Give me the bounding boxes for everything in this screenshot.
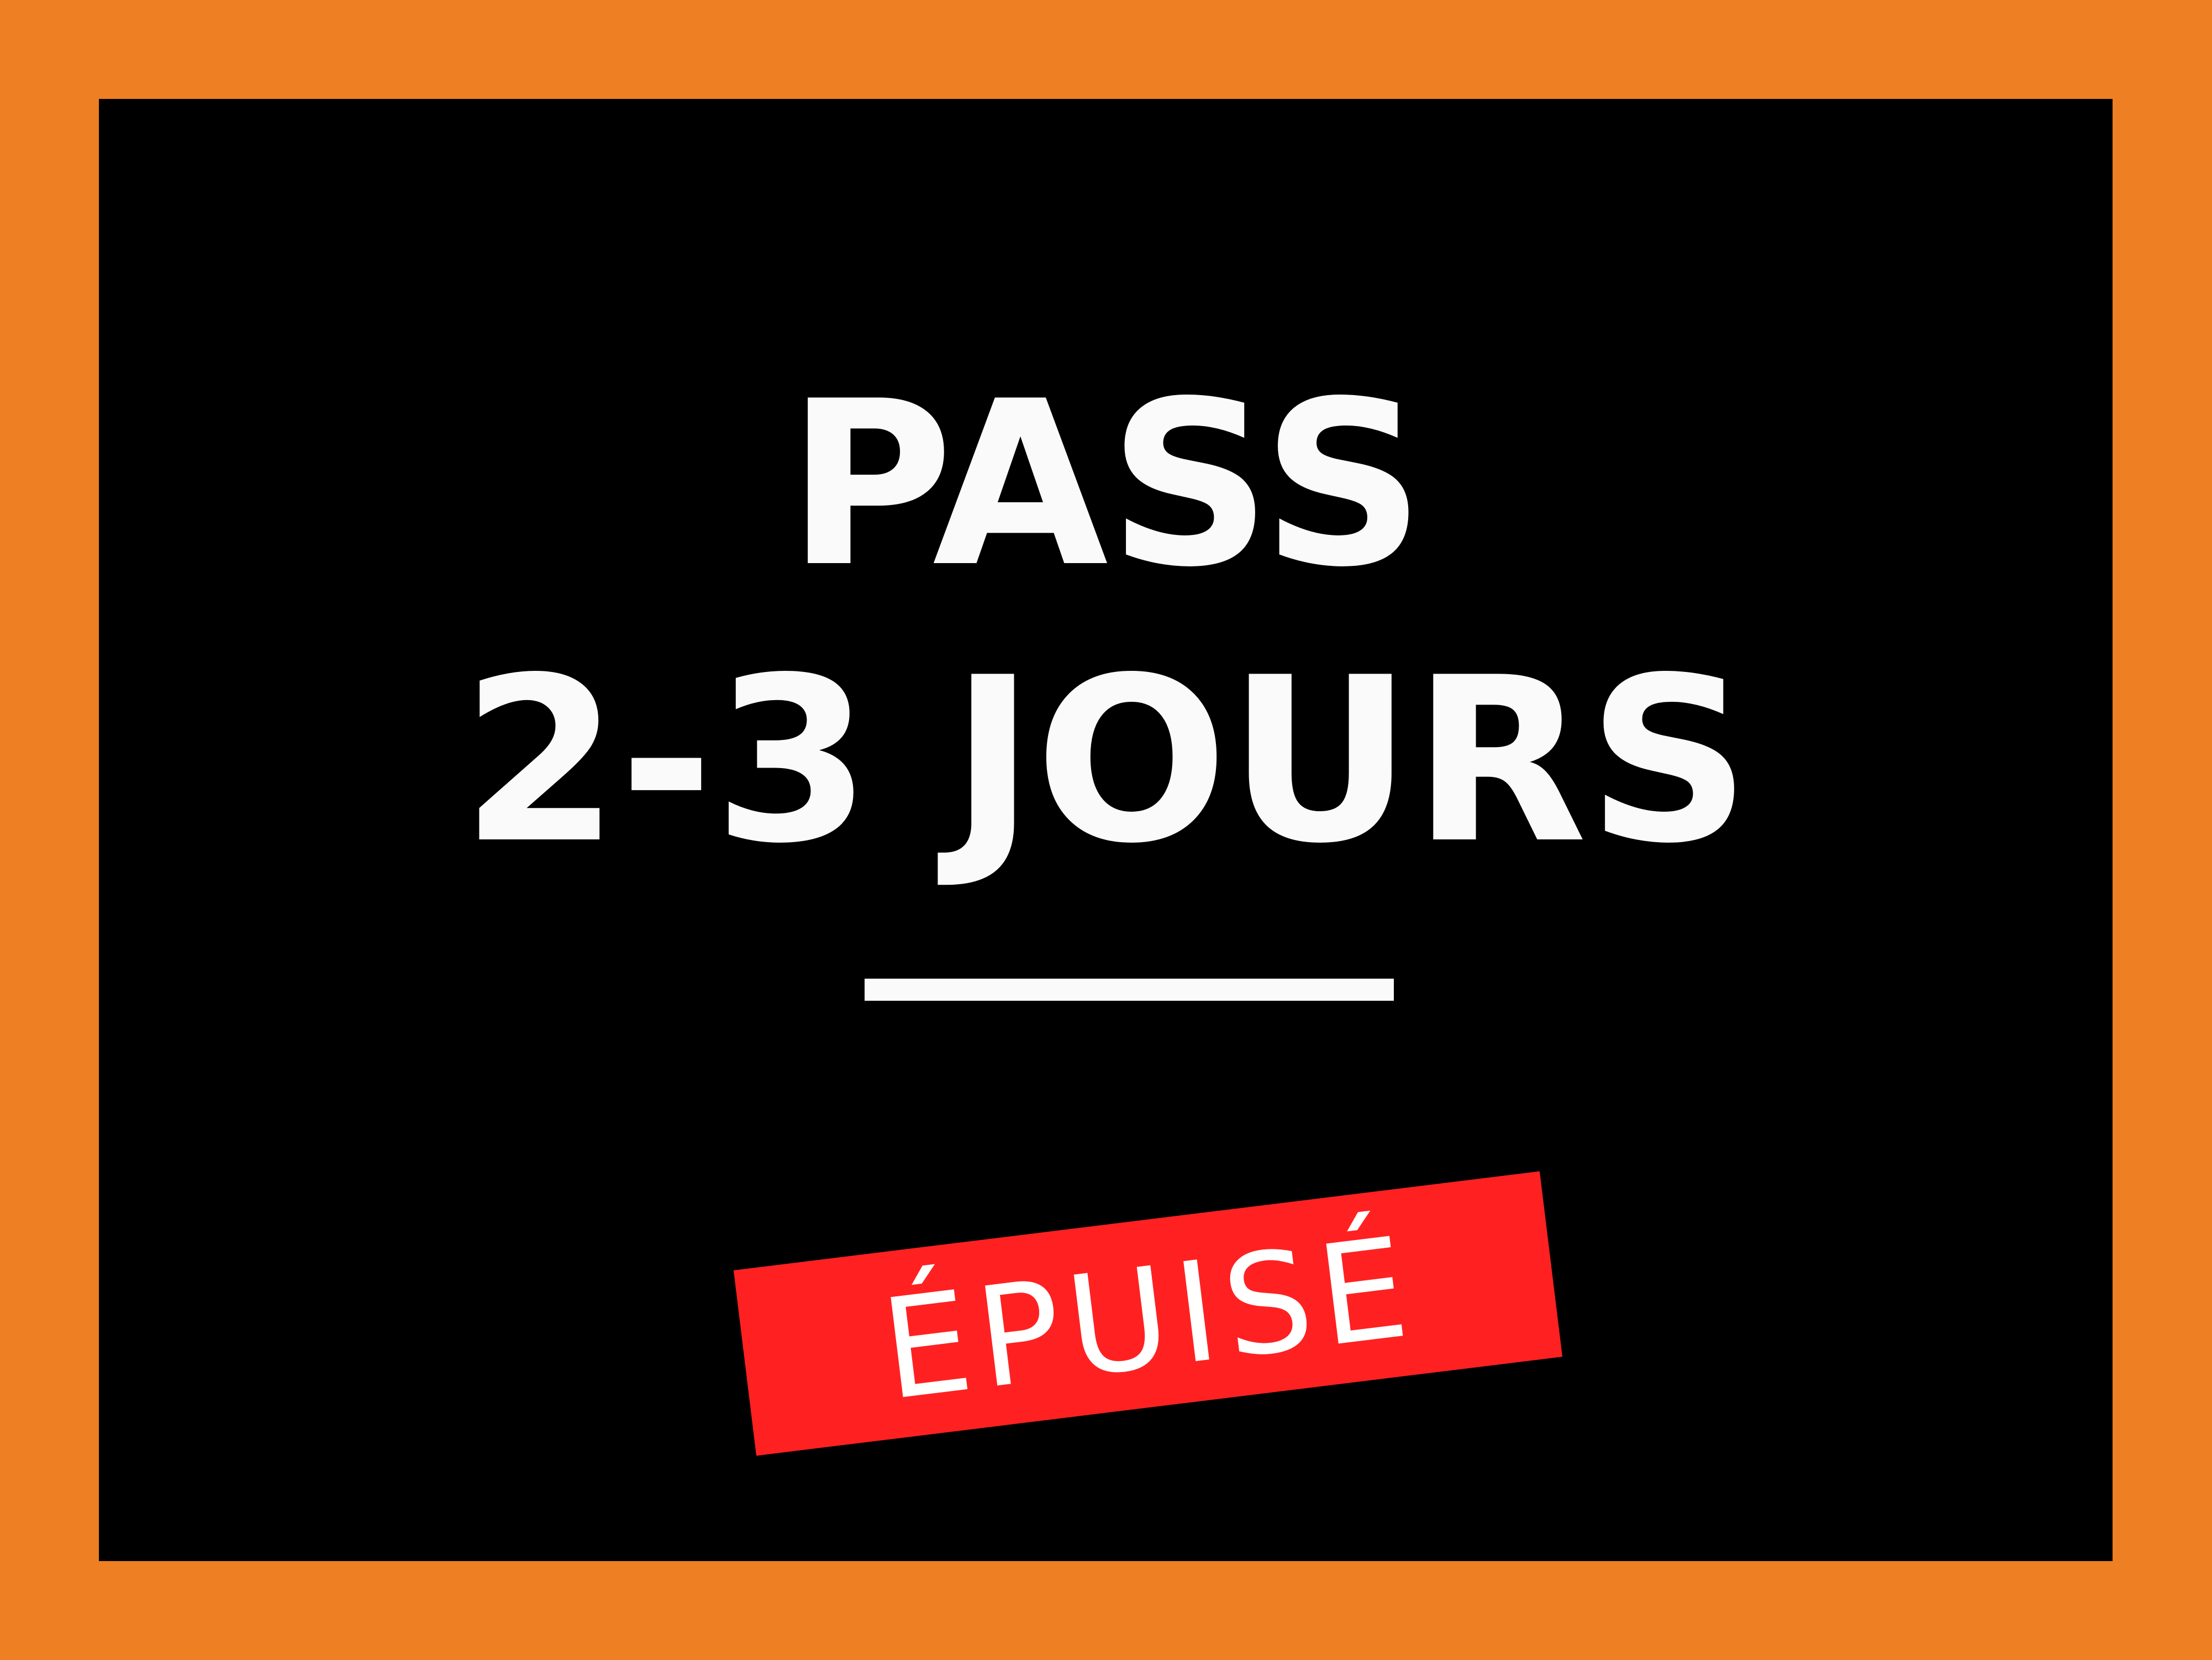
pass-duration: 2-3 JOURS [461, 629, 1751, 893]
pass-title: PASS [787, 353, 1425, 617]
divider-line [865, 979, 1394, 1001]
